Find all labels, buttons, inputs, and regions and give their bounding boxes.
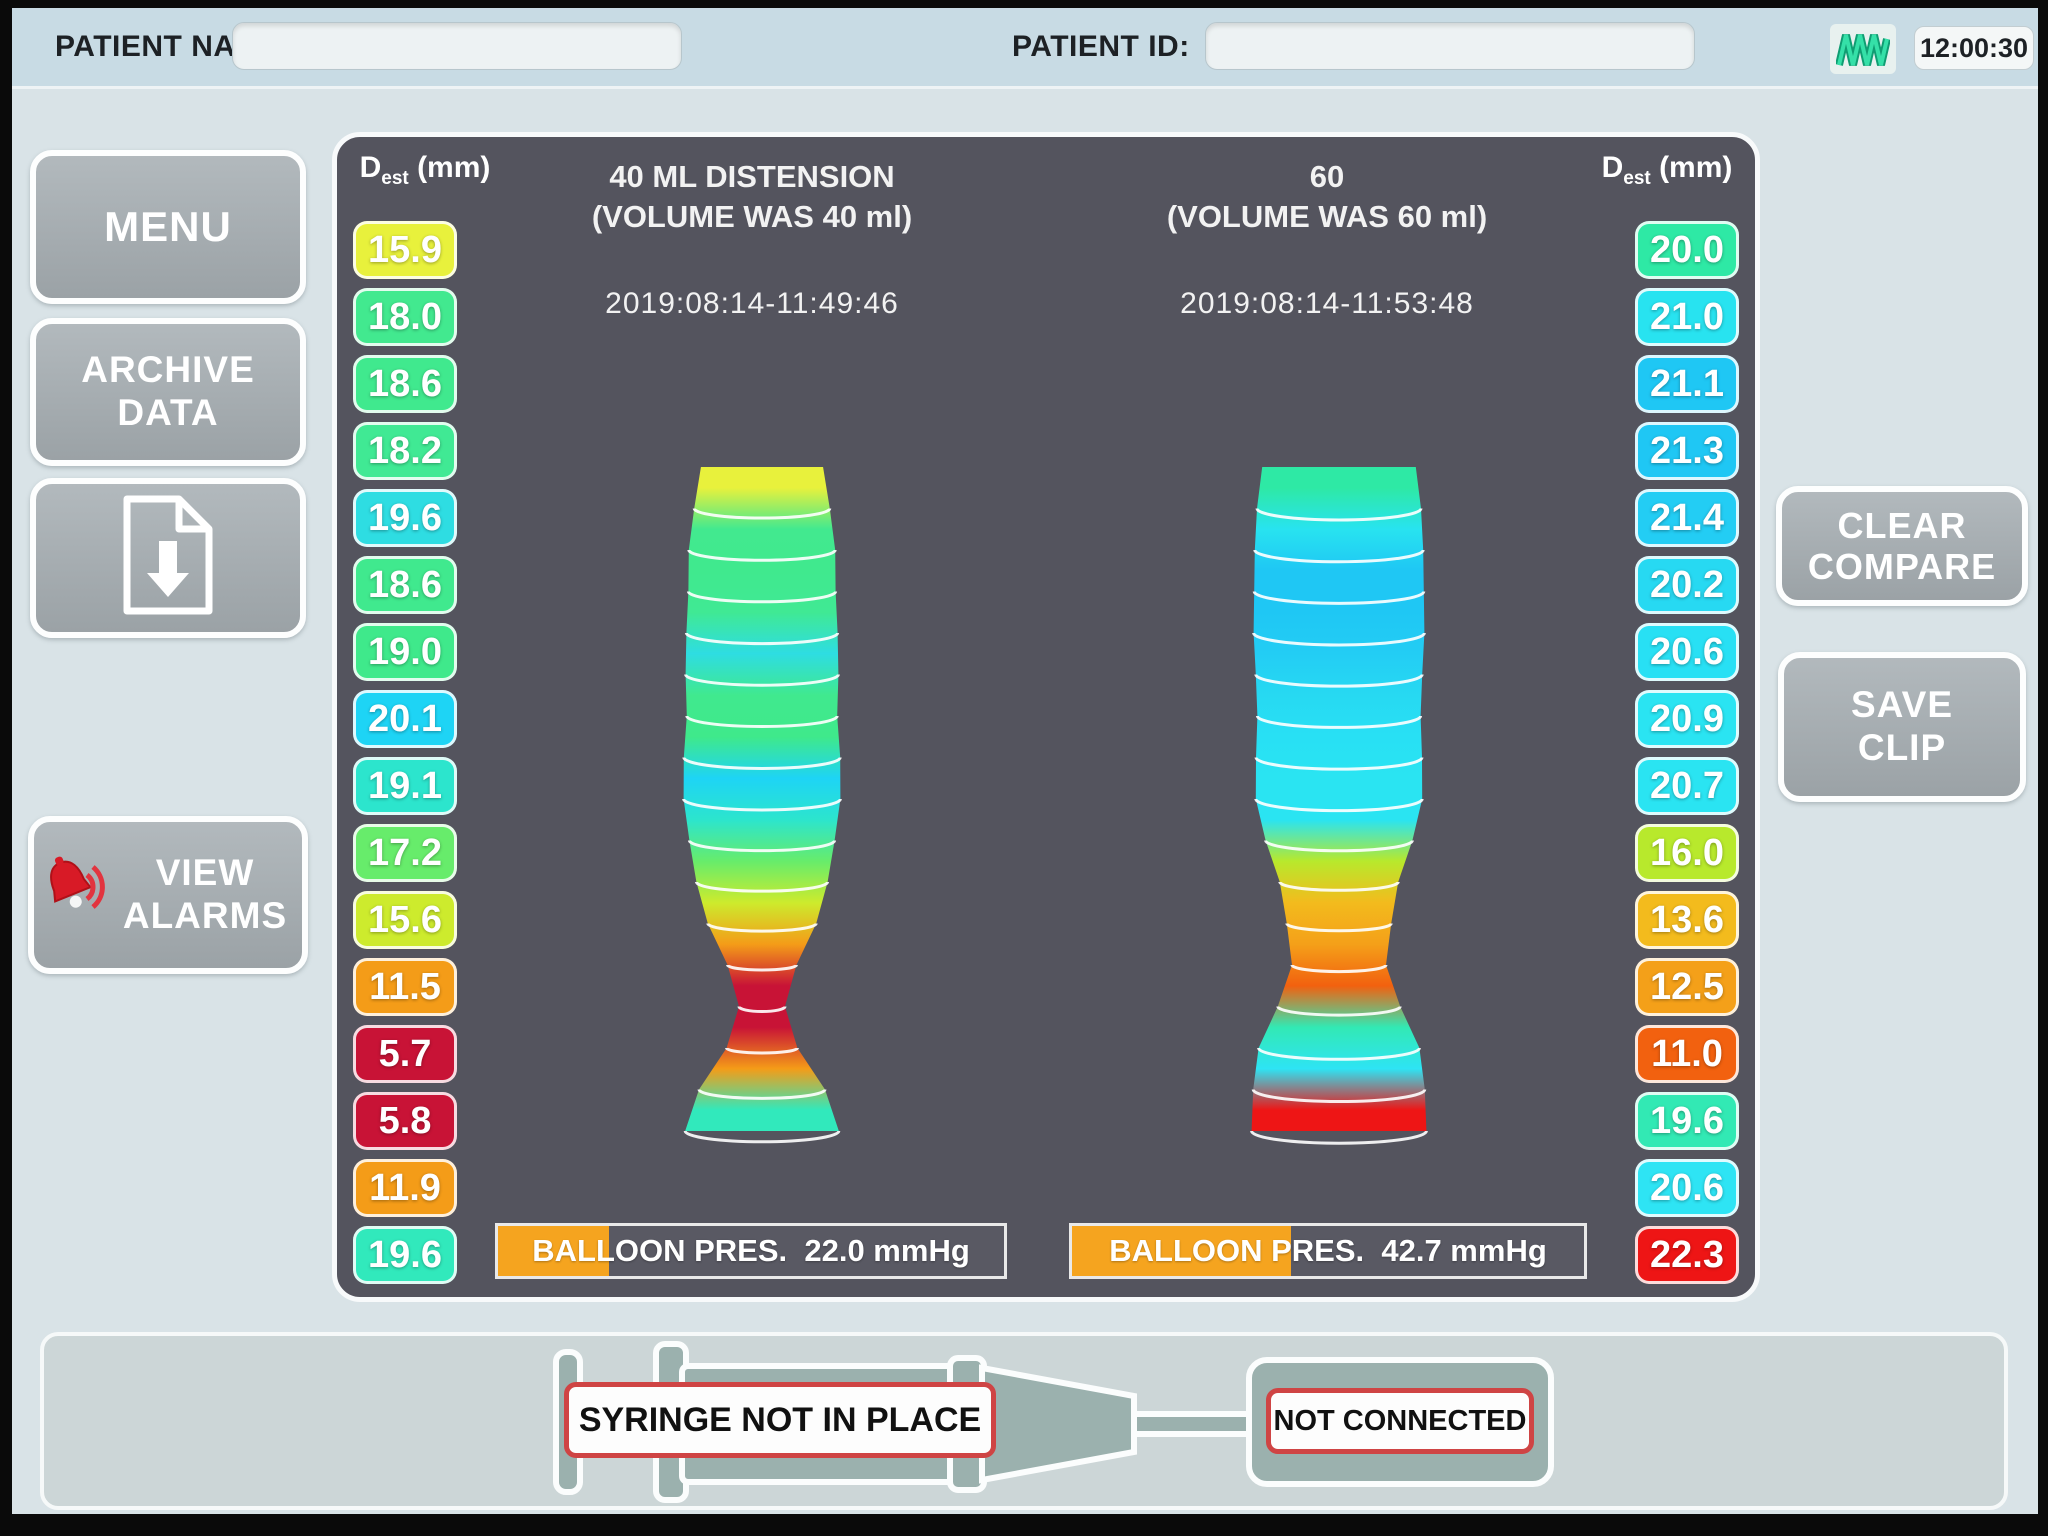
syringe-status-text: SYRINGE NOT IN PLACE xyxy=(579,1401,981,1440)
syringe-graphic xyxy=(44,1336,2004,1506)
patient-info-bar: PATIENT NAME: PATIENT ID: 12:00:30 xyxy=(0,8,2048,89)
compare-panel: Dest (mm) Dest (mm) 15.918.018.618.219.6… xyxy=(332,132,1760,1302)
dest-value-box: 20.9 xyxy=(1635,690,1739,748)
archive-label-1: ARCHIVE xyxy=(81,349,255,392)
syringe-status-box: SYRINGE NOT IN PLACE xyxy=(564,1382,996,1458)
dest-value-box: 20.1 xyxy=(353,690,457,748)
screen-edge xyxy=(0,0,12,1536)
right-measurement-header: 60 (VOLUME WAS 60 ml) 2019:08:14-11:53:4… xyxy=(1047,157,1607,323)
dest-value-box: 16.0 xyxy=(1635,824,1739,882)
clear-compare-button[interactable]: CLEAR COMPARE xyxy=(1776,486,2028,606)
dest-value-box: 18.0 xyxy=(353,288,457,346)
alarm-bell-icon xyxy=(43,845,115,945)
save-clip-label-1: SAVE xyxy=(1851,684,1953,727)
save-clip-button[interactable]: SAVE CLIP xyxy=(1778,652,2026,802)
export-data-button[interactable] xyxy=(30,478,306,638)
dest-value-box: 15.9 xyxy=(353,221,457,279)
dest-value-box: 19.1 xyxy=(353,757,457,815)
screen-edge xyxy=(2038,0,2048,1536)
dest-value-box: 20.6 xyxy=(1635,623,1739,681)
right-timestamp: 2019:08:14-11:53:48 xyxy=(1047,284,1607,323)
dest-value-box: 20.6 xyxy=(1635,1159,1739,1217)
left-timestamp: 2019:08:14-11:49:46 xyxy=(472,284,1032,323)
balloon-pressure-bar-left: BALLOON PRES. 22.0 mmHg xyxy=(495,1223,1007,1279)
dest-value-box: 18.6 xyxy=(353,355,457,413)
dest-readings-left: 15.9 18.0 18.6 18.2 19.6 18.6 19.0 20.1 19.1 17.2… xyxy=(353,221,457,1284)
pressure-text-right: BALLOON PRES. 42.7 mmHg xyxy=(1072,1226,1584,1276)
screen-edge xyxy=(0,1514,2048,1536)
dest-readings-right: 20.0 21.0 21.1 21.3 21.4 20.2 20.6 20.9 20.7 16.0… xyxy=(1635,221,1739,1284)
dest-value-box: 12.5 xyxy=(1635,958,1739,1016)
dest-value-box: 21.0 xyxy=(1635,288,1739,346)
dest-value-box: 20.7 xyxy=(1635,757,1739,815)
right-title-line1: 60 xyxy=(1047,157,1607,197)
dest-value-box: 21.3 xyxy=(1635,422,1739,480)
clock-display: 12:00:30 xyxy=(1914,26,2034,70)
view-alarms-button[interactable]: VIEW ALARMS xyxy=(28,816,308,974)
right-title-line2: (VOLUME WAS 60 ml) xyxy=(1047,197,1607,237)
dest-value-box: 17.2 xyxy=(353,824,457,882)
patient-id-label: PATIENT ID: xyxy=(1012,8,1190,86)
pressure-text-left: BALLOON PRES. 22.0 mmHg xyxy=(498,1226,1004,1276)
dest-value-box: 11.5 xyxy=(353,958,457,1016)
dest-value-box: 20.2 xyxy=(1635,556,1739,614)
dest-value-box: 21.1 xyxy=(1635,355,1739,413)
dest-value-box: 20.0 xyxy=(1635,221,1739,279)
dest-value-box: 19.6 xyxy=(353,489,457,547)
menu-label: MENU xyxy=(104,203,232,251)
dest-value-box: 5.8 xyxy=(353,1092,457,1150)
archive-label-2: DATA xyxy=(117,392,218,435)
dest-value-box: 13.6 xyxy=(1635,891,1739,949)
device-screen: PATIENT NAME: PATIENT ID: 12:00:30 MENU … xyxy=(0,0,2048,1536)
connection-status-panel: SYRINGE NOT IN PLACE NOT CONNECTED xyxy=(40,1332,2008,1510)
balloon-render-left xyxy=(582,449,942,1149)
waveform-icon xyxy=(1830,24,1896,74)
dest-value-box: 21.4 xyxy=(1635,489,1739,547)
archive-data-button[interactable]: ARCHIVE DATA xyxy=(30,318,306,466)
screen-edge xyxy=(0,0,2048,8)
dest-value-box: 11.9 xyxy=(353,1159,457,1217)
left-title-line1: 40 ML DISTENSION xyxy=(472,157,1032,197)
dest-value-box: 15.6 xyxy=(353,891,457,949)
connection-status-box: NOT CONNECTED xyxy=(1266,1388,1534,1454)
alarms-label-2: ALARMS xyxy=(123,895,287,938)
clear-compare-label-1: CLEAR xyxy=(1838,505,1967,546)
left-title-line2: (VOLUME WAS 40 ml) xyxy=(472,197,1032,237)
dest-value-box: 22.3 xyxy=(1635,1226,1739,1284)
dest-value-box: 18.2 xyxy=(353,422,457,480)
left-measurement-header: 40 ML DISTENSION (VOLUME WAS 40 ml) 2019… xyxy=(472,157,1032,323)
dest-value-box: 19.6 xyxy=(1635,1092,1739,1150)
dest-value-box: 5.7 xyxy=(353,1025,457,1083)
clear-compare-label-2: COMPARE xyxy=(1808,546,1996,587)
balloon-render-right xyxy=(1159,449,1519,1149)
dest-value-box: 19.6 xyxy=(353,1226,457,1284)
patient-name-input[interactable] xyxy=(232,22,682,70)
alarms-label-1: VIEW xyxy=(123,852,287,895)
patient-id-input[interactable] xyxy=(1205,22,1695,70)
menu-button[interactable]: MENU xyxy=(30,150,306,304)
document-download-icon xyxy=(113,493,223,622)
balloon-pressure-bar-right: BALLOON PRES. 42.7 mmHg xyxy=(1069,1223,1587,1279)
dest-value-box: 18.6 xyxy=(353,556,457,614)
dest-value-box: 19.0 xyxy=(353,623,457,681)
save-clip-label-2: CLIP xyxy=(1858,727,1946,770)
connection-status-text: NOT CONNECTED xyxy=(1274,1405,1527,1438)
dest-value-box: 11.0 xyxy=(1635,1025,1739,1083)
